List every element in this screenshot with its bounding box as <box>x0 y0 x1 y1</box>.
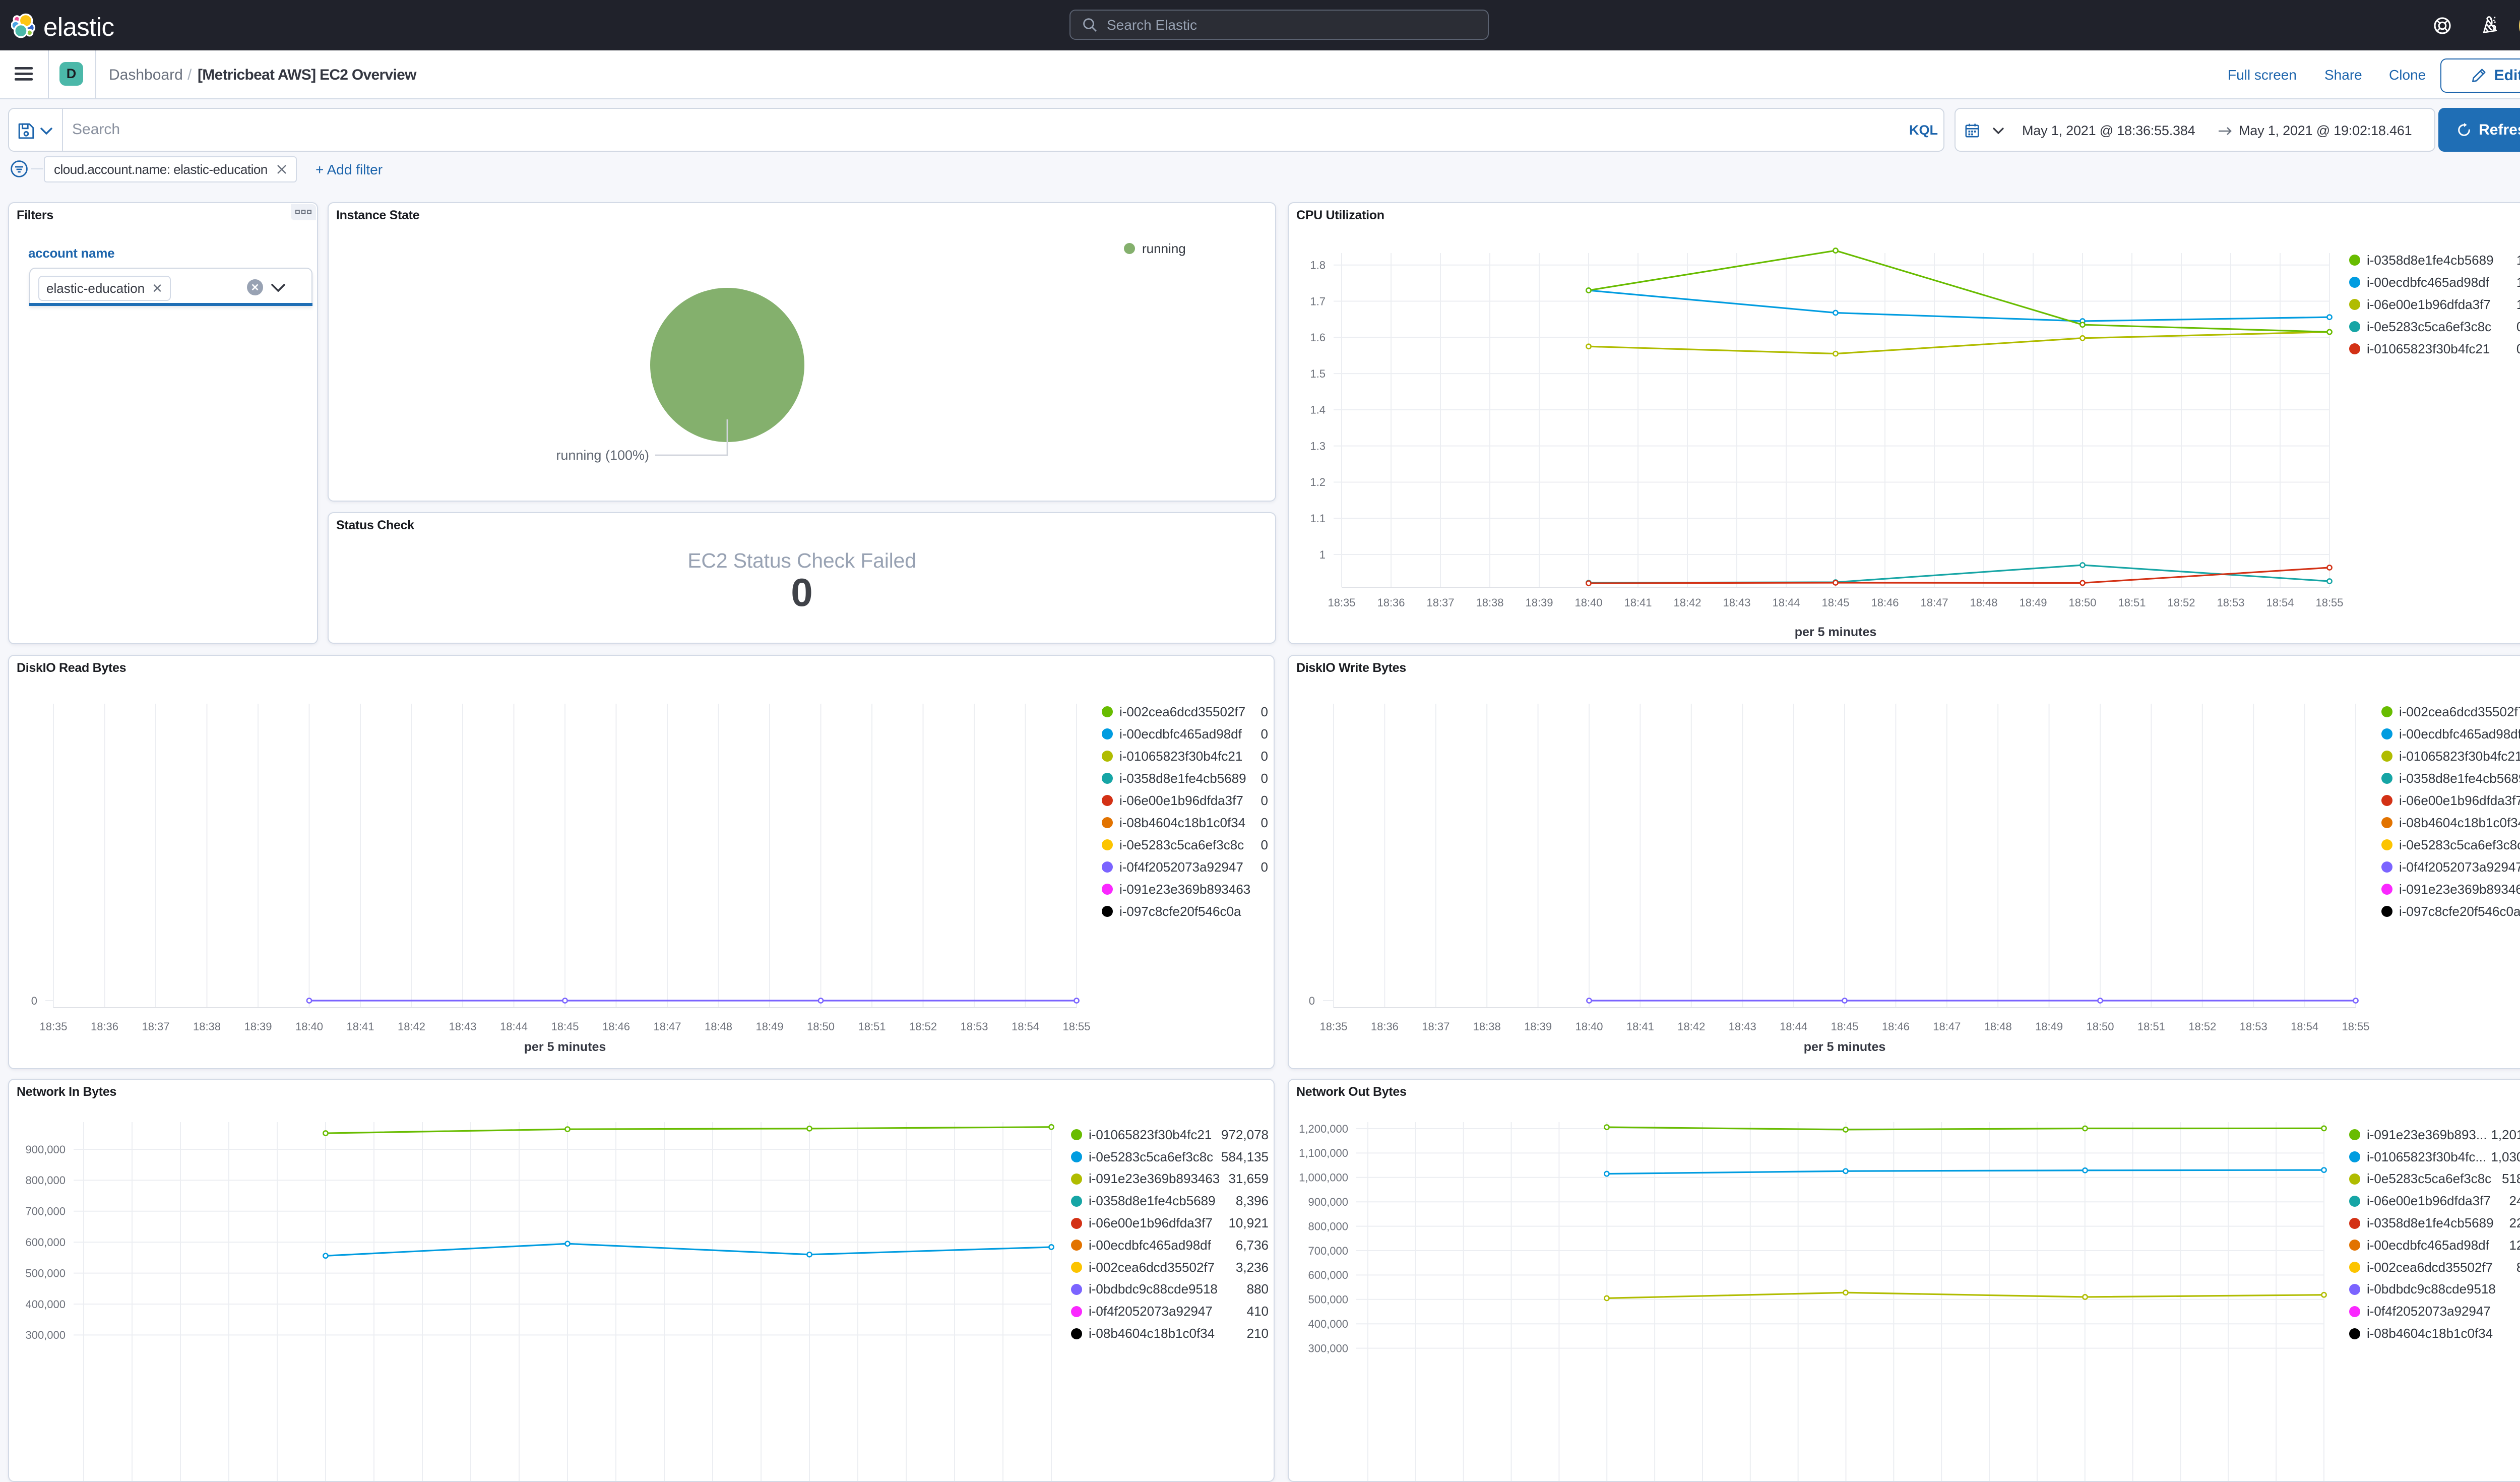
svg-text:18:48: 18:48 <box>1984 1020 2012 1033</box>
svg-text:18:43: 18:43 <box>1729 1020 1756 1033</box>
svg-text:18:42: 18:42 <box>398 1020 425 1033</box>
svg-text:18:40: 18:40 <box>1574 596 1602 609</box>
svg-text:18:53: 18:53 <box>960 1020 988 1033</box>
svg-text:0: 0 <box>31 995 37 1007</box>
svg-text:1,000,000: 1,000,000 <box>1299 1171 1348 1184</box>
svg-text:18:37: 18:37 <box>1422 1020 1450 1033</box>
svg-text:18:38: 18:38 <box>1473 1020 1501 1033</box>
svg-text:18:53: 18:53 <box>2240 1020 2267 1033</box>
svg-text:per 5 minutes: per 5 minutes <box>1795 625 1877 639</box>
svg-text:500,000: 500,000 <box>25 1267 66 1279</box>
svg-text:running: running <box>1142 241 1186 256</box>
svg-text:18:42: 18:42 <box>1673 596 1701 609</box>
svg-text:18:53: 18:53 <box>2217 596 2244 609</box>
svg-text:18:43: 18:43 <box>1723 596 1750 609</box>
svg-text:18:45: 18:45 <box>551 1020 579 1033</box>
svg-text:1.4: 1.4 <box>1310 404 1326 416</box>
svg-text:per 5 minutes: per 5 minutes <box>524 1040 606 1054</box>
svg-text:0: 0 <box>1309 995 1315 1007</box>
svg-text:18:46: 18:46 <box>1882 1020 1910 1033</box>
svg-text:18:44: 18:44 <box>1772 596 1800 609</box>
svg-text:900,000: 900,000 <box>1308 1196 1348 1208</box>
svg-text:18:35: 18:35 <box>1319 1020 1347 1033</box>
svg-text:1.2: 1.2 <box>1310 476 1326 488</box>
svg-text:18:41: 18:41 <box>346 1020 374 1033</box>
svg-text:1: 1 <box>1319 548 1326 561</box>
svg-text:1,200,000: 1,200,000 <box>1299 1123 1348 1135</box>
svg-text:per 5 minutes: per 5 minutes <box>1804 1040 1886 1054</box>
svg-text:18:38: 18:38 <box>193 1020 221 1033</box>
svg-text:18:51: 18:51 <box>858 1020 886 1033</box>
svg-text:18:39: 18:39 <box>1525 596 1553 609</box>
svg-text:18:42: 18:42 <box>1677 1020 1705 1033</box>
svg-text:18:50: 18:50 <box>2086 1020 2114 1033</box>
svg-text:600,000: 600,000 <box>25 1236 66 1249</box>
svg-text:1.3: 1.3 <box>1310 440 1326 452</box>
svg-text:1,100,000: 1,100,000 <box>1299 1147 1348 1159</box>
svg-text:18:49: 18:49 <box>2019 596 2047 609</box>
svg-text:18:35: 18:35 <box>1328 596 1355 609</box>
svg-text:18:36: 18:36 <box>91 1020 118 1033</box>
svg-text:1.1: 1.1 <box>1310 512 1326 525</box>
svg-text:18:47: 18:47 <box>1933 1020 1961 1033</box>
svg-text:18:47: 18:47 <box>1920 596 1948 609</box>
svg-text:18:45: 18:45 <box>1821 596 1849 609</box>
svg-text:18:54: 18:54 <box>2266 596 2294 609</box>
svg-text:18:55: 18:55 <box>2342 1020 2369 1033</box>
svg-text:18:52: 18:52 <box>2188 1020 2216 1033</box>
svg-text:18:54: 18:54 <box>2291 1020 2318 1033</box>
svg-text:18:51: 18:51 <box>2137 1020 2165 1033</box>
svg-text:18:36: 18:36 <box>1377 596 1405 609</box>
svg-text:18:51: 18:51 <box>2118 596 2146 609</box>
svg-text:1.6: 1.6 <box>1310 331 1326 344</box>
svg-text:18:46: 18:46 <box>602 1020 630 1033</box>
svg-text:18:52: 18:52 <box>2167 596 2195 609</box>
svg-text:18:49: 18:49 <box>755 1020 783 1033</box>
svg-text:600,000: 600,000 <box>1308 1269 1348 1281</box>
svg-text:400,000: 400,000 <box>25 1298 66 1311</box>
svg-text:18:50: 18:50 <box>807 1020 835 1033</box>
svg-text:18:40: 18:40 <box>295 1020 323 1033</box>
svg-text:18:55: 18:55 <box>2315 596 2343 609</box>
svg-text:18:36: 18:36 <box>1371 1020 1399 1033</box>
svg-text:18:40: 18:40 <box>1575 1020 1603 1033</box>
svg-text:18:54: 18:54 <box>1012 1020 1039 1033</box>
svg-text:18:47: 18:47 <box>653 1020 681 1033</box>
svg-text:18:46: 18:46 <box>1871 596 1899 609</box>
svg-text:18:38: 18:38 <box>1476 596 1503 609</box>
svg-text:800,000: 800,000 <box>1308 1220 1348 1232</box>
svg-text:18:49: 18:49 <box>2035 1020 2063 1033</box>
svg-text:18:52: 18:52 <box>909 1020 937 1033</box>
svg-text:18:50: 18:50 <box>2068 596 2096 609</box>
svg-text:18:41: 18:41 <box>1624 596 1652 609</box>
svg-text:18:35: 18:35 <box>39 1020 67 1033</box>
svg-text:18:48: 18:48 <box>1970 596 1997 609</box>
svg-text:18:48: 18:48 <box>705 1020 732 1033</box>
svg-text:1.8: 1.8 <box>1310 259 1326 272</box>
svg-text:18:41: 18:41 <box>1626 1020 1654 1033</box>
svg-text:300,000: 300,000 <box>25 1329 66 1341</box>
svg-text:18:43: 18:43 <box>449 1020 476 1033</box>
svg-text:900,000: 900,000 <box>25 1143 66 1156</box>
svg-text:running (100%): running (100%) <box>556 448 649 463</box>
svg-text:18:37: 18:37 <box>1426 596 1454 609</box>
svg-text:18:39: 18:39 <box>244 1020 272 1033</box>
svg-text:700,000: 700,000 <box>25 1205 66 1218</box>
svg-text:800,000: 800,000 <box>25 1174 66 1187</box>
svg-text:1.5: 1.5 <box>1310 367 1326 380</box>
svg-text:1.7: 1.7 <box>1310 295 1326 307</box>
svg-text:18:39: 18:39 <box>1524 1020 1552 1033</box>
svg-text:18:45: 18:45 <box>1831 1020 1858 1033</box>
svg-text:500,000: 500,000 <box>1308 1293 1348 1306</box>
svg-text:400,000: 400,000 <box>1308 1318 1348 1330</box>
svg-text:18:44: 18:44 <box>1780 1020 1807 1033</box>
svg-text:18:44: 18:44 <box>500 1020 528 1033</box>
svg-text:300,000: 300,000 <box>1308 1342 1348 1354</box>
svg-text:700,000: 700,000 <box>1308 1245 1348 1257</box>
svg-text:18:55: 18:55 <box>1062 1020 1090 1033</box>
svg-text:18:37: 18:37 <box>142 1020 169 1033</box>
